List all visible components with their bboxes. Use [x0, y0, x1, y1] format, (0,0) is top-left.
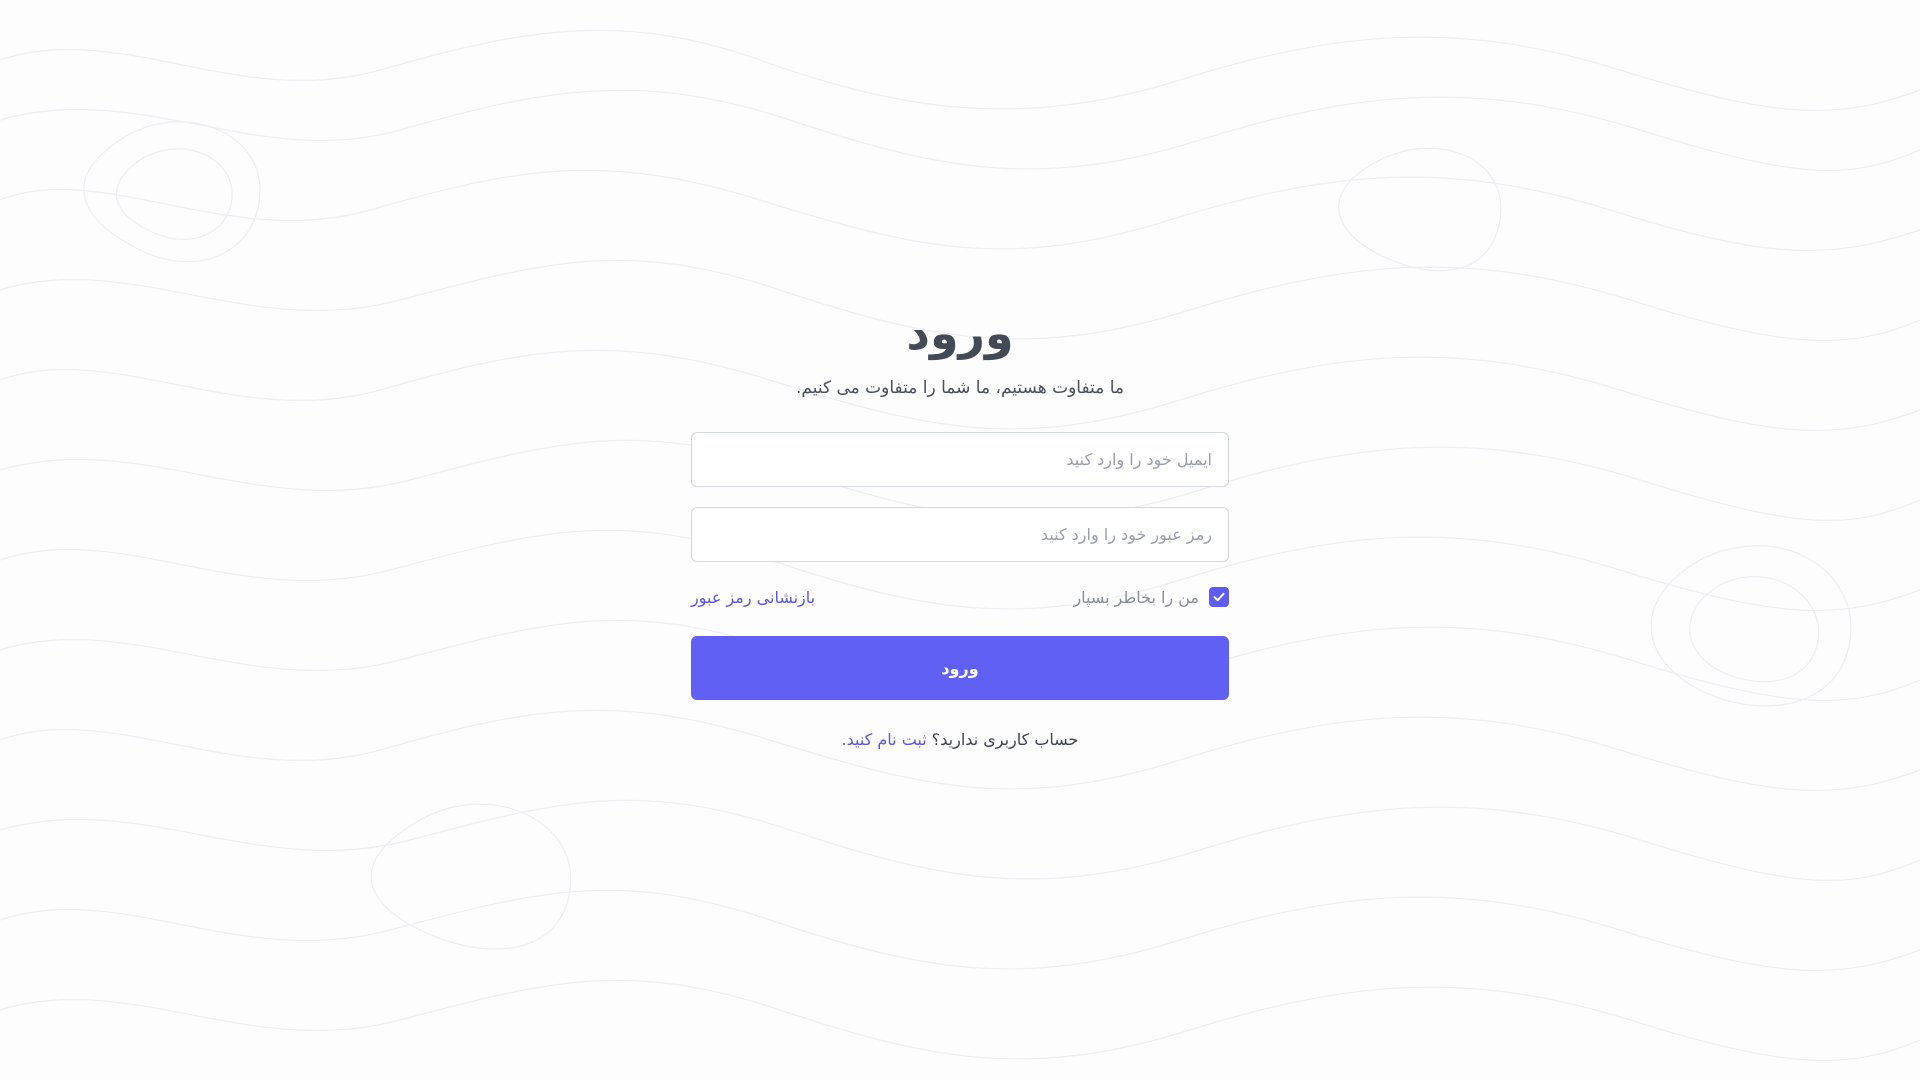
options-row: من را بخاطر بسپار بازنشانی رمز عبور [691, 584, 1229, 610]
signup-link[interactable]: ثبت نام کنید. [842, 730, 927, 749]
reset-password-link[interactable]: بازنشانی رمز عبور [691, 588, 815, 607]
page-subtitle: ما متفاوت هستیم، ما شما را متفاوت می کنی… [796, 378, 1124, 398]
signup-prompt: حساب کاربری ندارید؟ ثبت نام کنید. [691, 730, 1229, 749]
login-button[interactable]: ورود [691, 636, 1229, 700]
login-form: ورود ما متفاوت هستیم، ما شما را متفاوت م… [691, 300, 1229, 749]
password-field[interactable] [691, 507, 1229, 562]
remember-me-option[interactable]: من را بخاطر بسپار [1073, 587, 1229, 607]
check-icon [1213, 592, 1225, 602]
remember-me-label: من را بخاطر بسپار [1073, 587, 1199, 607]
signup-prompt-text: حساب کاربری ندارید؟ [931, 730, 1079, 749]
page-title: ورود [906, 306, 1014, 360]
email-field[interactable] [691, 432, 1229, 487]
remember-me-checkbox[interactable] [1209, 587, 1229, 607]
